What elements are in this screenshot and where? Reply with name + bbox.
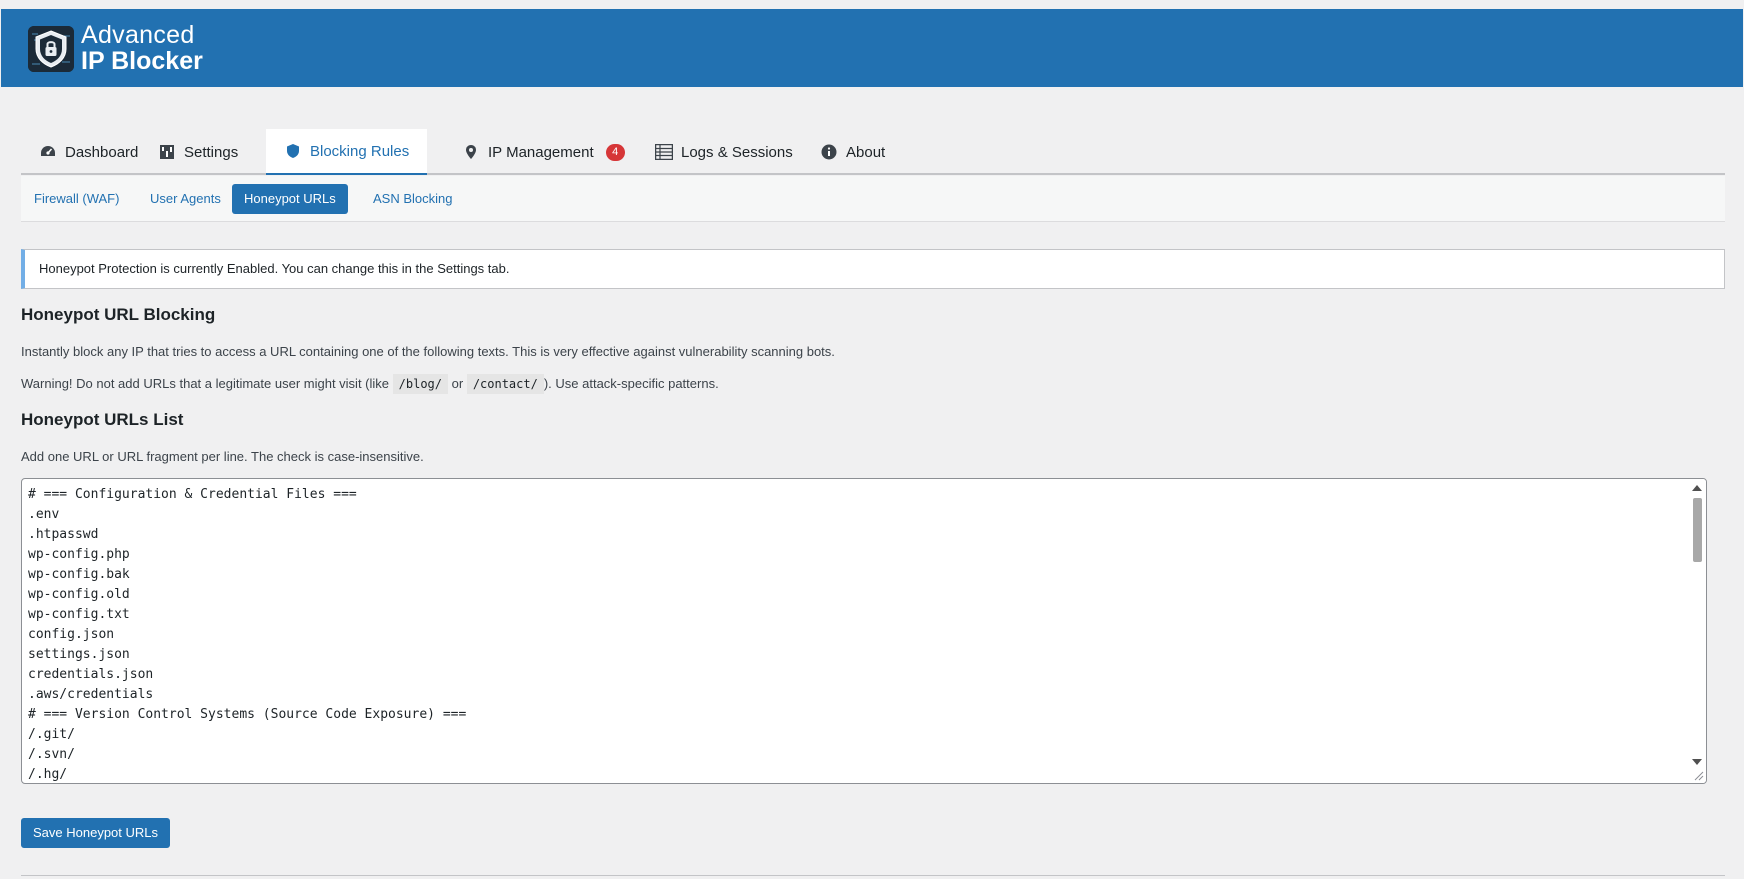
- location-pin-icon: [462, 143, 480, 161]
- settings-icon: [158, 143, 176, 161]
- subtab-honeypot-urls[interactable]: Honeypot URLs: [232, 184, 348, 214]
- subtab-user-agents[interactable]: User Agents: [138, 184, 233, 214]
- warning-prefix: Warning! Do not add URLs that a legitima…: [21, 376, 390, 391]
- tab-ip-management[interactable]: IP Management 4: [444, 129, 643, 175]
- logo-line-2: IP Blocker: [81, 47, 203, 75]
- tab-logs-sessions[interactable]: Logs & Sessions: [637, 129, 811, 175]
- tab-label: Logs & Sessions: [681, 143, 793, 161]
- textarea-line: wp-config.txt: [28, 607, 130, 622]
- tab-settings[interactable]: Settings: [140, 129, 256, 175]
- textarea-line: # === Configuration & Credential Files =…: [28, 487, 357, 502]
- textarea-line: credentials.json: [28, 667, 154, 682]
- example-url-blog: /blog/: [392, 374, 448, 394]
- tab-label: IP Management: [488, 143, 594, 161]
- textarea-line: settings.json: [28, 647, 130, 662]
- main-tabs: Dashboard Settings Blocking Rules IP Man…: [21, 129, 1725, 175]
- tab-label: Settings: [184, 143, 239, 161]
- info-icon: [820, 143, 838, 161]
- subtab-firewall-waf[interactable]: Firewall (WAF): [22, 184, 131, 214]
- textarea-scrollbar[interactable]: [1689, 479, 1706, 783]
- tab-label: Blocking Rules: [310, 142, 410, 160]
- logo-line-1: Advanced: [81, 21, 195, 49]
- textarea-line: /.svn/: [28, 747, 75, 762]
- list-icon: [655, 143, 673, 161]
- notification-badge: 4: [605, 143, 625, 161]
- textarea-line: .htpasswd: [28, 527, 99, 542]
- app-logo-text: Advanced IP Blocker: [81, 23, 203, 74]
- tab-dashboard[interactable]: Dashboard: [21, 129, 156, 175]
- textarea-line: /.git/: [28, 727, 75, 742]
- tab-about[interactable]: About: [802, 129, 903, 175]
- example-url-contact: /contact/: [466, 374, 544, 394]
- warning-suffix: ). Use attack-specific patterns.: [543, 376, 719, 391]
- honeypot-urls-textarea[interactable]: # === Configuration & Credential Files =…: [21, 478, 1707, 784]
- textarea-line: wp-config.old: [28, 587, 130, 602]
- resize-handle-icon[interactable]: [1694, 771, 1704, 781]
- sub-navigation: Firewall (WAF) User Agents Honeypot URLs…: [21, 176, 1725, 222]
- textarea-line: .env: [28, 507, 60, 522]
- warning-or: or: [451, 376, 464, 391]
- section-title-honeypot-url-blocking: Honeypot URL Blocking: [21, 305, 216, 324]
- dashboard-icon: [39, 143, 57, 161]
- scrollbar-thumb[interactable]: [1693, 498, 1702, 562]
- textarea-line: /.hg/: [28, 767, 68, 782]
- tab-label: About: [846, 143, 886, 161]
- next-section-edge: [21, 875, 1725, 879]
- save-honeypot-urls-button[interactable]: Save Honeypot URLs: [21, 818, 171, 848]
- scroll-up-arrow-icon[interactable]: [1692, 485, 1702, 491]
- section-description: Instantly block any IP that tries to acc…: [21, 344, 835, 359]
- subtab-asn-blocking[interactable]: ASN Blocking: [361, 184, 464, 214]
- scroll-down-arrow-icon[interactable]: [1692, 759, 1702, 765]
- tab-label: Dashboard: [65, 143, 139, 161]
- status-notice: Honeypot Protection is currently Enabled…: [21, 249, 1725, 289]
- textarea-line: config.json: [28, 627, 115, 642]
- textarea-line: # === Version Control Systems (Source Co…: [28, 707, 467, 722]
- textarea-line: wp-config.php: [28, 547, 130, 562]
- section-title-honeypot-urls-list: Honeypot URLs List: [21, 410, 184, 429]
- shield-icon: [284, 142, 302, 160]
- textarea-content: # === Configuration & Credential Files =…: [28, 485, 1686, 783]
- tab-blocking-rules[interactable]: Blocking Rules: [266, 129, 428, 175]
- list-description: Add one URL or URL fragment per line. Th…: [21, 449, 424, 464]
- app-header: Advanced IP Blocker: [1, 9, 1743, 87]
- textarea-line: .aws/credentials: [28, 687, 154, 702]
- shield-lock-logo-icon: [28, 26, 74, 72]
- warning-text: Warning! Do not add URLs that a legitima…: [21, 374, 719, 394]
- textarea-line: wp-config.bak: [28, 567, 130, 582]
